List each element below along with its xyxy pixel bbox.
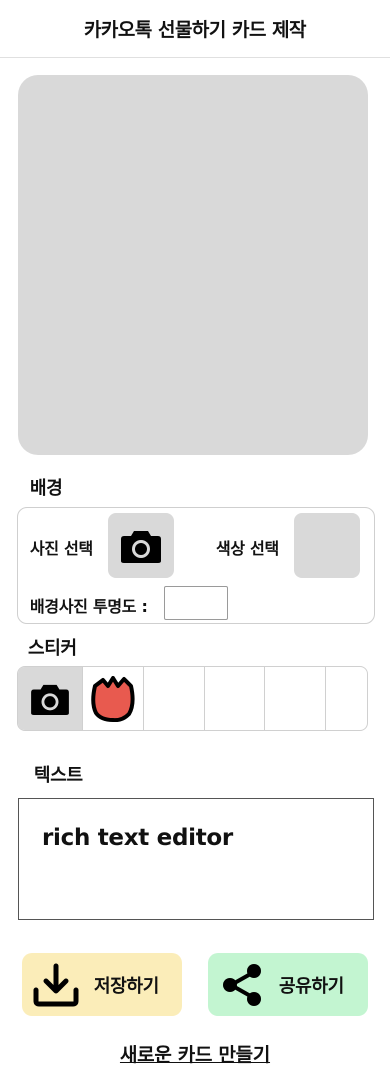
tulip-sticker-icon	[91, 675, 135, 722]
background-options-box: 사진 선택 색상 선택 배경사진 투명도 :	[17, 507, 375, 624]
opacity-label: 배경사진 투명도 :	[30, 597, 148, 616]
opacity-input[interactable]	[164, 586, 228, 620]
save-button-label: 저장하기	[94, 975, 160, 997]
photo-select-button[interactable]	[108, 513, 174, 578]
sticker-camera-button[interactable]	[18, 667, 83, 730]
background-section-title: 배경	[30, 478, 63, 499]
header: 카카오톡 선물하기 카드 제작	[0, 0, 390, 58]
page-title: 카카오톡 선물하기 카드 제작	[83, 19, 307, 41]
share-button-label: 공유하기	[279, 975, 345, 997]
sticker-slot[interactable]	[144, 667, 205, 730]
sticker-list	[17, 666, 368, 731]
sticker-slot[interactable]	[205, 667, 265, 730]
new-card-link[interactable]: 새로운 카드 만들기	[120, 1044, 270, 1066]
sticker-section-title: 스티커	[28, 638, 77, 659]
share-icon	[223, 963, 261, 1006]
color-select-button[interactable]	[294, 513, 360, 578]
rich-text-editor[interactable]: rich text editor	[18, 798, 374, 920]
camera-icon	[31, 684, 69, 715]
color-select-label: 색상 선택	[216, 539, 279, 558]
sticker-slot[interactable]	[326, 667, 367, 730]
save-button[interactable]: 저장하기	[22, 953, 182, 1016]
text-section-title: 텍스트	[34, 765, 83, 786]
download-icon	[33, 963, 79, 1006]
photo-select-label: 사진 선택	[30, 539, 93, 558]
card-preview[interactable]	[18, 75, 368, 455]
new-card-link-wrapper: 새로운 카드 만들기	[0, 1040, 390, 1067]
sticker-slot[interactable]	[265, 667, 326, 730]
camera-icon	[121, 530, 161, 563]
editor-placeholder-text: rich text editor	[42, 825, 233, 851]
share-button[interactable]: 공유하기	[208, 953, 368, 1016]
sticker-tulip[interactable]	[83, 667, 144, 730]
